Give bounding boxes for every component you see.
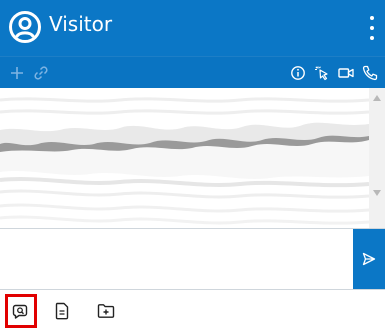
link-icon[interactable]: [33, 65, 49, 81]
obscured-content: [0, 88, 370, 228]
scroll-up-arrow-icon[interactable]: [373, 95, 381, 101]
scroll-down-arrow-icon[interactable]: [373, 190, 381, 196]
video-camera-icon[interactable]: [338, 65, 354, 81]
folder-plus-icon: [97, 304, 115, 318]
toolbar: [0, 56, 385, 88]
composer: [0, 228, 385, 290]
chat-search-icon: [12, 304, 28, 319]
header: Visitor: [0, 0, 385, 56]
message-list: [0, 88, 385, 228]
info-icon[interactable]: [290, 65, 306, 81]
send-icon: [362, 252, 376, 266]
phone-icon[interactable]: [362, 65, 378, 81]
document-button[interactable]: [46, 294, 78, 328]
page-title: Visitor: [49, 12, 113, 36]
bottom-bar: [0, 290, 385, 332]
plus-icon[interactable]: [9, 65, 25, 81]
chat-search-button[interactable]: [5, 294, 37, 328]
scrollbar[interactable]: [369, 88, 385, 228]
chat-widget: Visitor: [0, 0, 385, 332]
user-circle-icon[interactable]: [8, 10, 42, 44]
document-icon: [55, 302, 69, 320]
send-button[interactable]: [353, 229, 385, 289]
more-vertical-icon[interactable]: [367, 16, 377, 40]
message-input[interactable]: [0, 229, 353, 289]
cursor-click-icon[interactable]: [314, 65, 330, 81]
folder-plus-button[interactable]: [90, 294, 122, 328]
